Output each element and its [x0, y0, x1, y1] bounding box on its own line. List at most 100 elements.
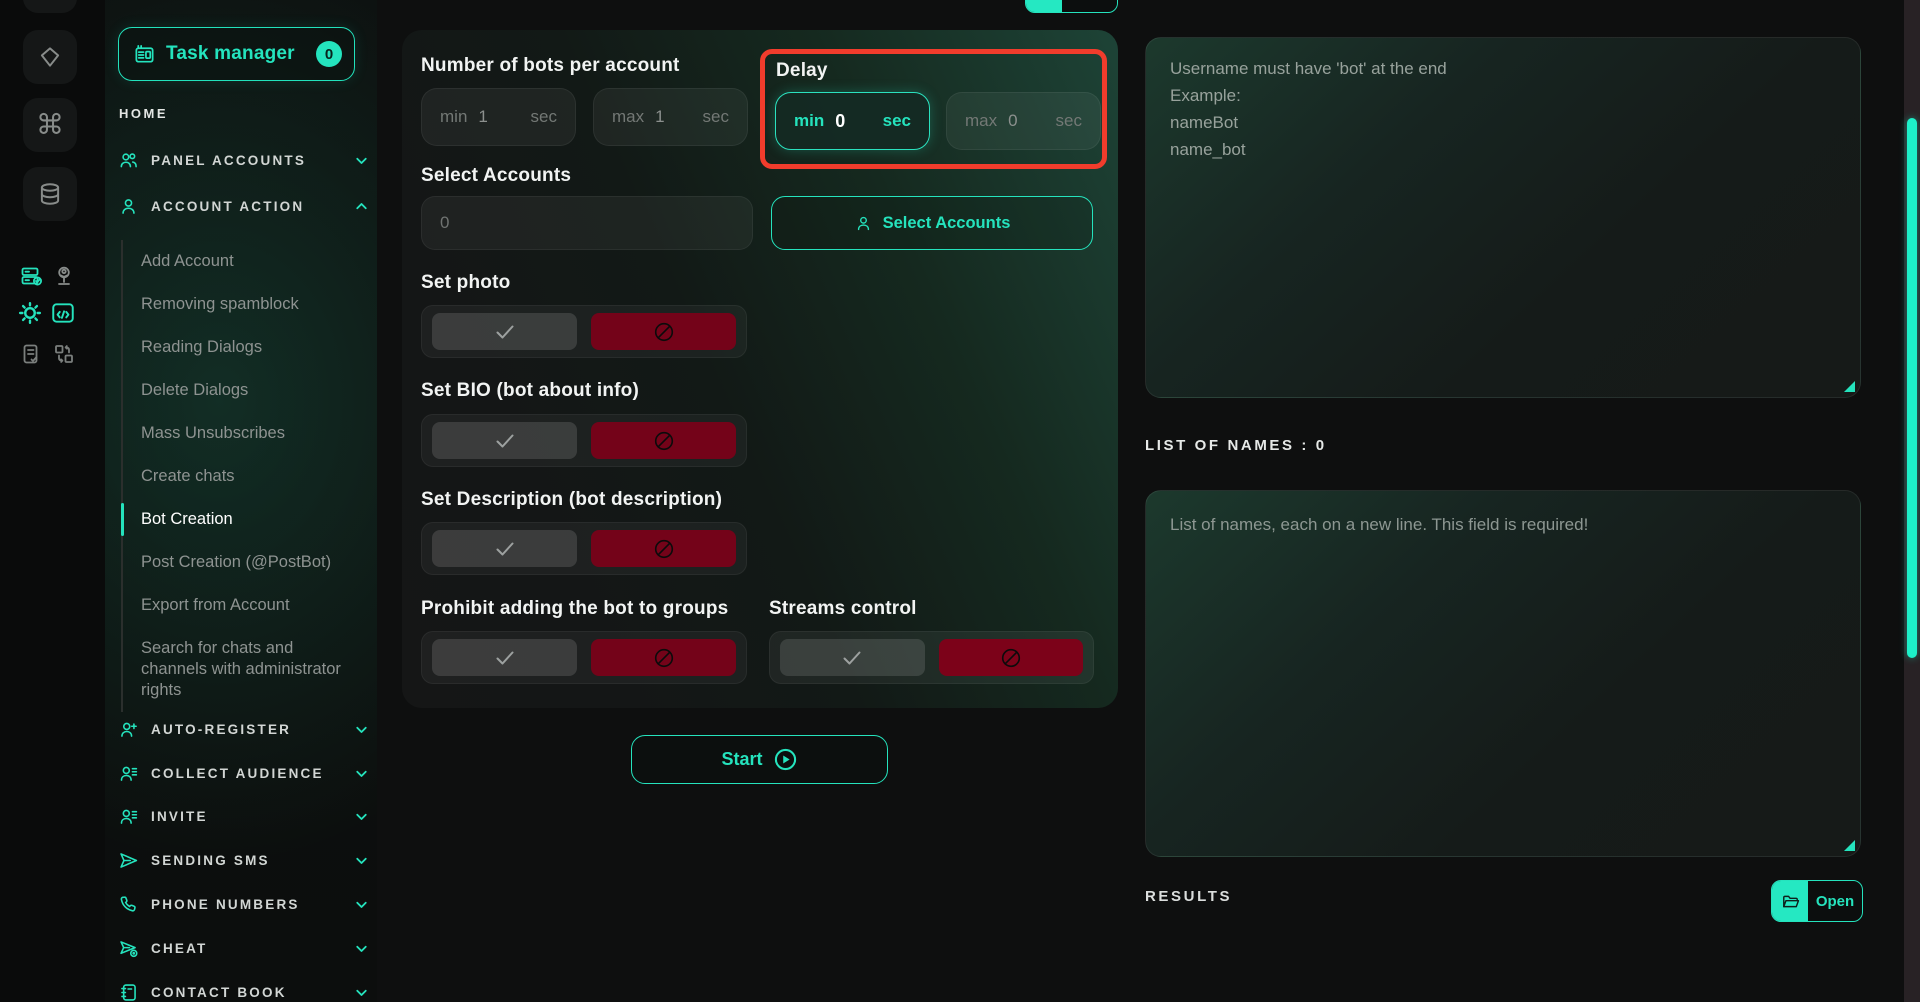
min-prefix: min [440, 107, 467, 127]
submenu-item-add-account[interactable]: Add Account [123, 240, 356, 283]
set-description-no-button[interactable] [591, 530, 736, 567]
bots-min-input[interactable]: min 1 sec [421, 88, 576, 146]
set-bio-yes-button[interactable] [432, 422, 577, 459]
submenu-item-create-chats[interactable]: Create chats [123, 455, 356, 498]
submenu-item-bot-creation-active[interactable]: Bot Creation [123, 498, 356, 541]
set-bio-label: Set BIO (bot about info) [421, 380, 639, 402]
sidebar-item-panel-accounts[interactable]: PANEL ACCOUNTS [118, 145, 370, 175]
code-window-button[interactable] [51, 301, 75, 325]
delay-max-input[interactable]: max 0 sec [946, 92, 1101, 150]
accounts-count-input[interactable]: 0 [421, 196, 753, 250]
folder-icon [1772, 881, 1808, 921]
command-button[interactable]: ⌘ [23, 98, 77, 152]
prohibit-groups-toggle [421, 631, 747, 684]
sidebar-item-sending-sms[interactable]: SENDING SMS [118, 845, 370, 875]
server-check-icon [19, 264, 43, 288]
sidebar-item-phone-numbers[interactable]: PHONE NUMBERS [118, 889, 370, 919]
sidebar-item-label: PHONE NUMBERS [151, 897, 300, 912]
swap-icon [52, 342, 76, 366]
chevron-down-icon [353, 765, 370, 782]
submenu-item-reading-dialogs[interactable]: Reading Dialogs [123, 326, 356, 369]
database-icon [37, 181, 63, 207]
set-photo-no-button[interactable] [591, 313, 736, 350]
chevron-down-icon [353, 852, 370, 869]
sec-suffix: sec [883, 111, 911, 131]
delay-min-input[interactable]: min 0 sec [775, 92, 930, 150]
task-manager-icon [133, 43, 156, 66]
bots-max-input[interactable]: max 1 sec [593, 88, 748, 146]
sidebar-item-label: INVITE [151, 809, 208, 824]
select-accounts-button[interactable]: Select Accounts [771, 196, 1093, 250]
scrollbar-thumb[interactable] [1907, 118, 1917, 658]
submenu-item-removing-spamblock[interactable]: Removing spamblock [123, 283, 356, 326]
prohibit-icon [652, 537, 676, 561]
gear-button[interactable] [18, 301, 42, 325]
sidebar-item-cheat[interactable]: CHEAT [118, 933, 370, 963]
scrollbar-track[interactable] [1904, 0, 1920, 1002]
diamond-button[interactable] [23, 30, 77, 84]
prohibit-icon [652, 320, 676, 344]
sidebar-item-label: CHEAT [151, 941, 208, 956]
set-photo-yes-button[interactable] [432, 313, 577, 350]
bot-creation-form-card: Number of bots per account min 1 sec max… [402, 30, 1118, 708]
account-action-submenu: Add Account Removing spamblock Reading D… [121, 240, 354, 712]
user-icon [854, 214, 873, 233]
set-description-yes-button[interactable] [432, 530, 577, 567]
resize-handle[interactable] [1844, 840, 1855, 851]
list-of-names-textarea[interactable]: List of names, each on a new line. This … [1145, 490, 1861, 857]
play-icon [773, 747, 798, 772]
folder-icon [1026, 0, 1062, 12]
sidebar-item-invite[interactable]: INVITE [118, 801, 370, 831]
prohibit-groups-no-button[interactable] [591, 639, 736, 676]
prohibit-groups-yes-button[interactable] [432, 639, 577, 676]
person-network-button[interactable] [52, 264, 76, 288]
server-check-button[interactable] [19, 264, 43, 288]
chevron-down-icon [353, 896, 370, 913]
delay-highlight-box: Delay min 0 sec max 0 sec [760, 49, 1107, 169]
database-button[interactable] [23, 167, 77, 221]
resize-handle[interactable] [1844, 381, 1855, 392]
sidebar-item-home[interactable]: HOME [119, 106, 168, 121]
task-manager-button[interactable]: Task manager 0 [118, 27, 355, 81]
set-description-toggle [421, 522, 747, 575]
select-accounts-label: Select Accounts [421, 165, 571, 187]
open-usernames-button-cutoff[interactable] [1025, 0, 1118, 13]
sidebar-item-auto-register[interactable]: AUTO-REGISTER [118, 714, 370, 744]
check-icon [493, 537, 517, 561]
sidebar-item-label: COLLECT AUDIENCE [151, 766, 324, 781]
command-icon: ⌘ [36, 111, 64, 139]
streams-control-no-button[interactable] [939, 639, 1084, 676]
streams-control-label: Streams control [769, 598, 917, 620]
swap-button[interactable] [52, 342, 76, 366]
set-bio-no-button[interactable] [591, 422, 736, 459]
open-results-button[interactable]: Open [1771, 880, 1863, 922]
submenu-item-export-from-account[interactable]: Export from Account [123, 584, 356, 627]
task-manager-badge: 0 [316, 41, 342, 67]
start-button[interactable]: Start [631, 735, 888, 784]
rail-cutoff-button[interactable] [23, 0, 77, 13]
start-button-label: Start [721, 749, 762, 770]
submenu-item-search-admin-rights[interactable]: Search for chats and channels with admin… [123, 627, 356, 712]
sidebar-item-collect-audience[interactable]: COLLECT AUDIENCE [118, 758, 370, 788]
list-of-names-heading: LIST OF NAMES : 0 [1145, 437, 1327, 454]
bots-per-account-label: Number of bots per account [421, 55, 680, 77]
delay-min-value: 0 [835, 111, 845, 132]
sec-suffix: sec [1056, 111, 1082, 131]
gear-icon [17, 300, 43, 326]
submenu-item-post-creation[interactable]: Post Creation (@PostBot) [123, 541, 356, 584]
app-window: ⌘ [0, 0, 1920, 1002]
chevron-down-icon [353, 984, 370, 1001]
username-hint-textarea[interactable]: Username must have 'bot' at the end Exam… [1145, 37, 1861, 398]
prohibit-icon [999, 646, 1023, 670]
sidebar-item-account-action[interactable]: ACCOUNT ACTION [118, 191, 370, 221]
sidebar-item-contact-book[interactable]: CONTACT BOOK [118, 977, 370, 1002]
submenu-item-delete-dialogs[interactable]: Delete Dialogs [123, 369, 356, 412]
document-check-button[interactable] [19, 342, 43, 366]
delay-label: Delay [776, 60, 828, 81]
streams-control-yes-button[interactable] [780, 639, 925, 676]
set-photo-toggle [421, 305, 747, 358]
delay-max-value: 0 [1008, 111, 1017, 131]
submenu-item-mass-unsubscribes[interactable]: Mass Unsubscribes [123, 412, 356, 455]
streams-control-toggle [769, 631, 1094, 684]
task-manager-label: Task manager [166, 43, 295, 65]
